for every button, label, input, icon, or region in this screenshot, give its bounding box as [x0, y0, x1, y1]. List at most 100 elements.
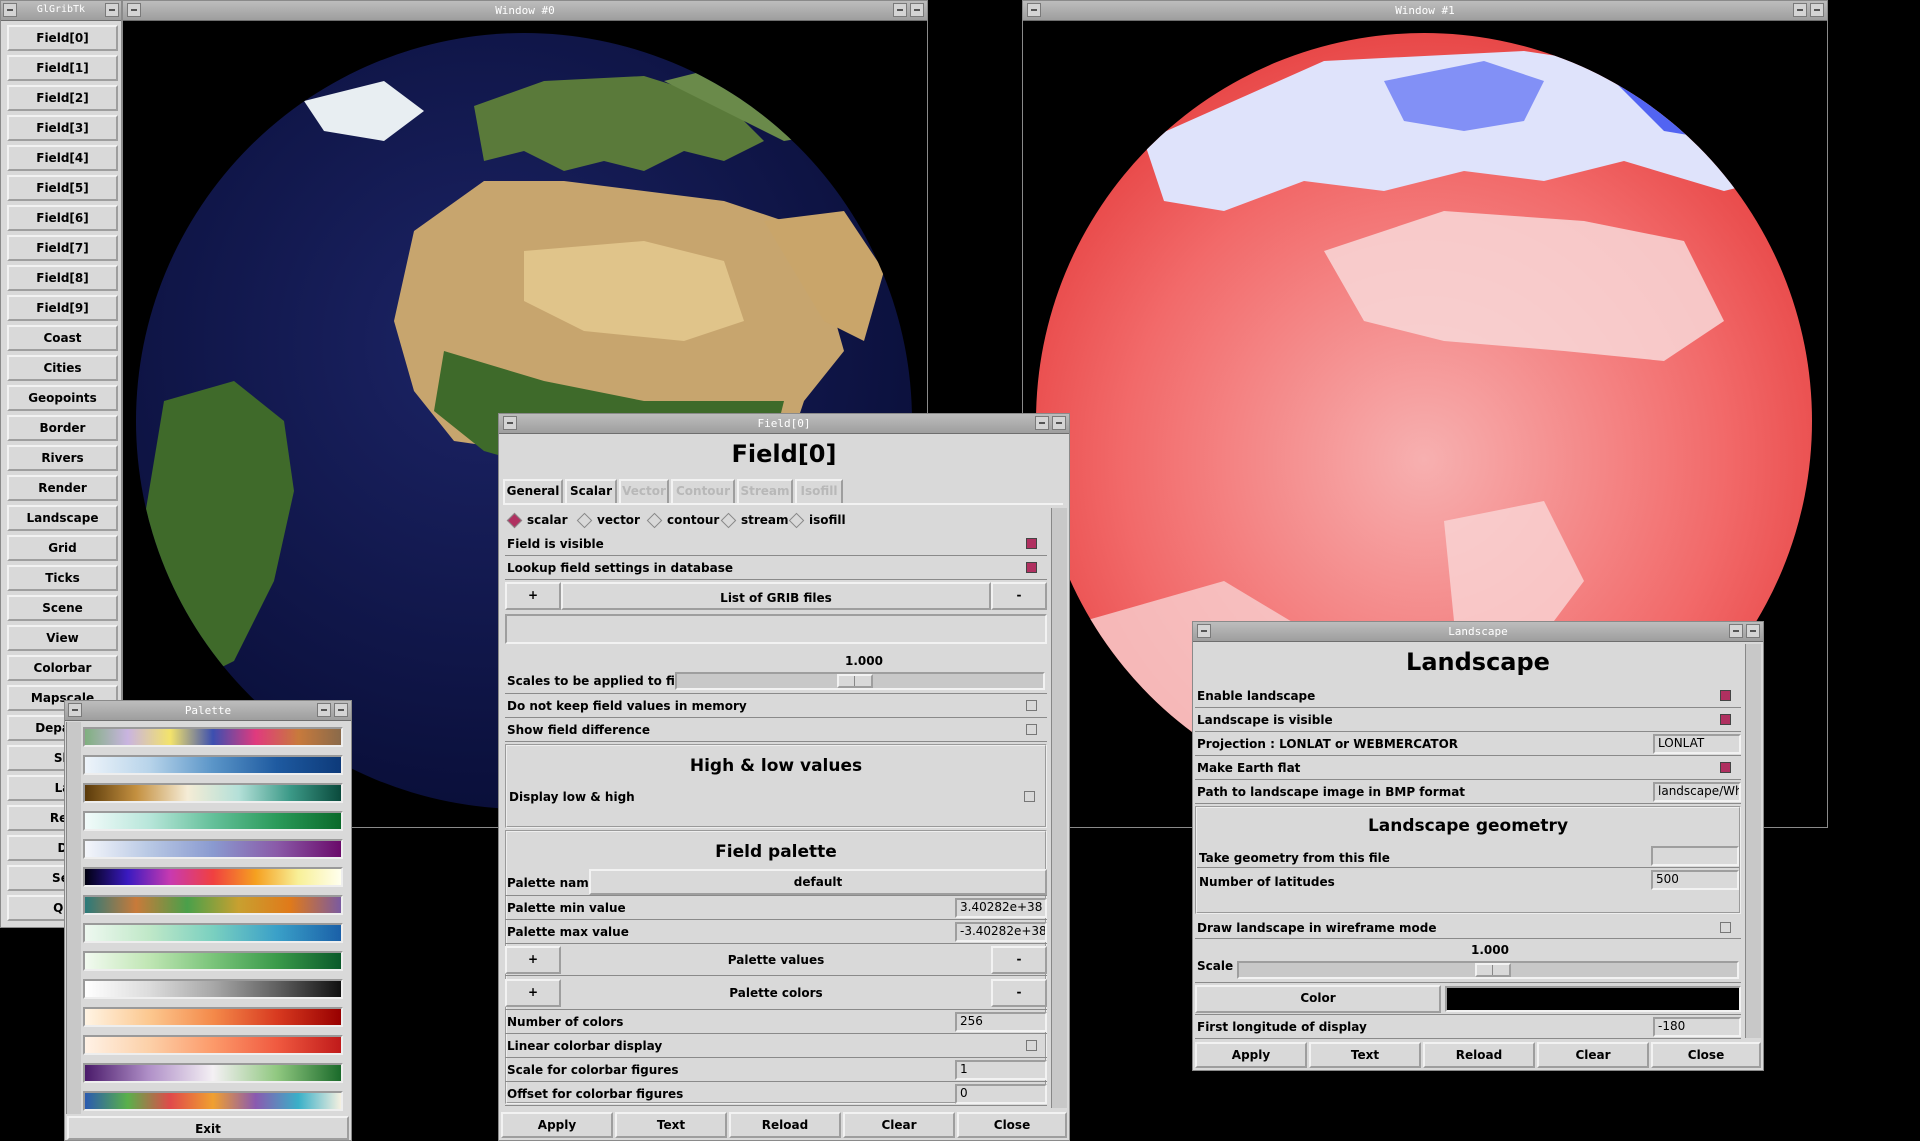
menu-button-border[interactable]: Border — [7, 415, 118, 441]
palette-min-input[interactable]: 3.40282e+38 — [955, 898, 1047, 918]
menu-button-cities[interactable]: Cities — [7, 355, 118, 381]
geometry-file-input[interactable] — [1651, 846, 1739, 866]
field-text-button[interactable]: Text — [615, 1112, 727, 1138]
radio-isofill[interactable] — [788, 512, 805, 529]
menu-button-landscape[interactable]: Landscape — [7, 505, 118, 531]
offset-figures-input[interactable]: 0 — [955, 1084, 1047, 1104]
menu-button-field-4[interactable]: Field[4] — [7, 145, 118, 171]
color-button[interactable]: Color — [1195, 985, 1441, 1013]
remove-palette-color-button[interactable]: - — [991, 979, 1047, 1007]
color-swatch[interactable] — [1445, 986, 1741, 1012]
menu-button-field-2[interactable]: Field[2] — [7, 85, 118, 111]
menu-button-colorbar[interactable]: Colorbar — [7, 655, 118, 681]
first-longitude-input[interactable]: -180 — [1653, 1017, 1741, 1037]
maximize-icon[interactable] — [334, 703, 348, 717]
menu-button-grid[interactable]: Grid — [7, 535, 118, 561]
palette-swatch[interactable] — [83, 923, 343, 943]
num-latitudes-input[interactable]: 500 — [1651, 870, 1739, 890]
remove-grib-file-button[interactable]: - — [991, 582, 1047, 610]
display-lowhigh-checkbox[interactable] — [1024, 791, 1035, 802]
landscape-text-button[interactable]: Text — [1309, 1042, 1421, 1068]
landscape-scale-slider[interactable] — [1237, 961, 1739, 979]
minimize-icon[interactable] — [893, 3, 907, 17]
nokeep-checkbox[interactable] — [1026, 700, 1037, 711]
palette-swatch[interactable] — [83, 811, 343, 831]
num-colors-input[interactable]: 256 — [955, 1012, 1047, 1032]
palette-max-input[interactable]: -3.40282e+38 — [955, 922, 1047, 942]
maximize-icon[interactable] — [1052, 416, 1066, 430]
scales-slider[interactable] — [675, 672, 1045, 690]
maximize-icon[interactable] — [1810, 3, 1824, 17]
minimize-icon[interactable] — [1793, 3, 1807, 17]
radio-scalar[interactable] — [506, 512, 523, 529]
tab-general[interactable]: General — [503, 479, 563, 503]
main-menu-titlebar[interactable]: GlGribTk — [1, 1, 121, 21]
maximize-icon[interactable] — [1746, 624, 1760, 638]
menu-button-view[interactable]: View — [7, 625, 118, 651]
field-clear-button[interactable]: Clear — [843, 1112, 955, 1138]
menu-button-field-9[interactable]: Field[9] — [7, 295, 118, 321]
menu-button-field-1[interactable]: Field[1] — [7, 55, 118, 81]
field-reload-button[interactable]: Reload — [729, 1112, 841, 1138]
palette-swatch[interactable] — [83, 1035, 343, 1055]
menu-button-ticks[interactable]: Ticks — [7, 565, 118, 591]
menu-button-field-8[interactable]: Field[8] — [7, 265, 118, 291]
flat-earth-checkbox[interactable] — [1720, 762, 1731, 773]
field-close-button[interactable]: Close — [957, 1112, 1067, 1138]
radio-contour[interactable] — [646, 512, 663, 529]
menu-button-rivers[interactable]: Rivers — [7, 445, 118, 471]
palette-swatch[interactable] — [83, 727, 343, 747]
radio-stream[interactable] — [720, 512, 737, 529]
menu-button-coast[interactable]: Coast — [7, 325, 118, 351]
minimize-icon[interactable] — [1035, 416, 1049, 430]
radio-vector[interactable] — [576, 512, 593, 529]
palette-swatch[interactable] — [83, 979, 343, 999]
menu-button-field-5[interactable]: Field[5] — [7, 175, 118, 201]
palette-swatch[interactable] — [83, 839, 343, 859]
tab-isofill[interactable]: Isofill — [795, 479, 843, 503]
grib-files-list[interactable] — [505, 614, 1047, 644]
landscape-visible-checkbox[interactable] — [1720, 714, 1731, 725]
scales-slider-thumb[interactable] — [837, 674, 873, 688]
add-grib-file-button[interactable]: + — [505, 582, 561, 610]
menu-button-scene[interactable]: Scene — [7, 595, 118, 621]
landscape-close-button[interactable]: Close — [1651, 1042, 1761, 1068]
palette-swatch[interactable] — [83, 1091, 343, 1111]
maximize-icon[interactable] — [910, 3, 924, 17]
window-1-titlebar[interactable]: Window #1 — [1023, 1, 1827, 21]
projection-input[interactable]: LONLAT — [1653, 734, 1741, 754]
menu-button-render[interactable]: Render — [7, 475, 118, 501]
palette-swatch[interactable] — [83, 867, 343, 887]
linear-checkbox[interactable] — [1026, 1040, 1037, 1051]
tab-vector[interactable]: Vector — [619, 479, 669, 503]
minimize-icon[interactable] — [1729, 624, 1743, 638]
palette-swatch[interactable] — [83, 951, 343, 971]
menu-button-field-7[interactable]: Field[7] — [7, 235, 118, 261]
remove-palette-value-button[interactable]: - — [991, 946, 1047, 974]
field-titlebar[interactable]: Field[0] — [499, 414, 1069, 434]
lookup-checkbox[interactable] — [1026, 562, 1037, 573]
minimize-icon[interactable] — [317, 703, 331, 717]
palette-swatch[interactable] — [83, 755, 343, 775]
exit-button[interactable]: Exit — [67, 1116, 349, 1140]
landscape-clear-button[interactable]: Clear — [1537, 1042, 1649, 1068]
menu-button-field-6[interactable]: Field[6] — [7, 205, 118, 231]
menu-button-field-3[interactable]: Field[3] — [7, 115, 118, 141]
tab-scalar[interactable]: Scalar — [565, 479, 617, 503]
palette-swatch[interactable] — [83, 895, 343, 915]
field-apply-button[interactable]: Apply — [501, 1112, 613, 1138]
wireframe-checkbox[interactable] — [1720, 922, 1731, 933]
landscape-scale-slider-thumb[interactable] — [1475, 963, 1511, 977]
add-palette-color-button[interactable]: + — [505, 979, 561, 1007]
showdiff-checkbox[interactable] — [1026, 724, 1037, 735]
palette-swatch[interactable] — [83, 1063, 343, 1083]
palette-swatch[interactable] — [83, 783, 343, 803]
palette-swatch[interactable] — [83, 1007, 343, 1027]
field-visible-checkbox[interactable] — [1026, 538, 1037, 549]
palette-scrollbar[interactable] — [66, 722, 81, 1114]
maximize-icon[interactable] — [105, 3, 119, 17]
path-input[interactable]: landscape/Who — [1653, 782, 1741, 802]
tab-contour[interactable]: Contour — [671, 479, 735, 503]
palette-name-button[interactable]: default — [589, 869, 1047, 895]
landscape-reload-button[interactable]: Reload — [1423, 1042, 1535, 1068]
